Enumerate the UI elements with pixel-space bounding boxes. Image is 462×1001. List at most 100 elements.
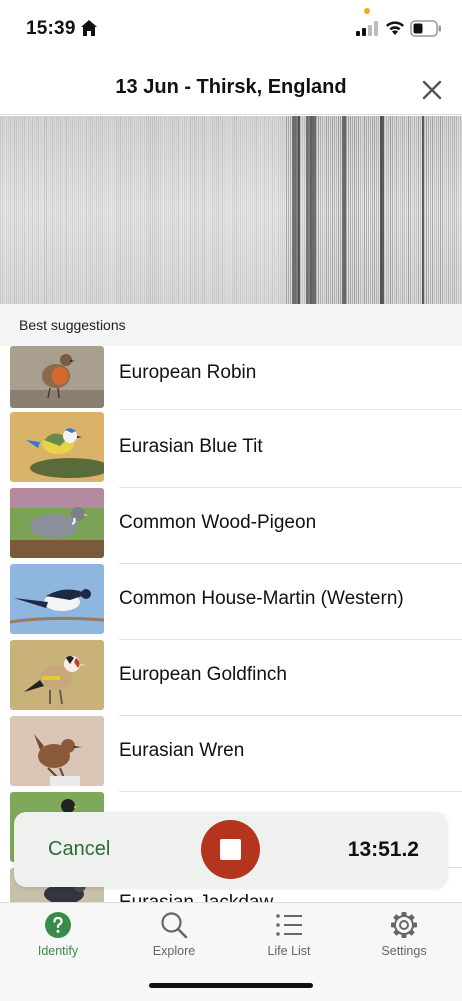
spectrogram-streak	[112, 116, 113, 304]
spectrogram-streak	[336, 116, 337, 304]
spectrogram-streak	[434, 116, 435, 304]
spectrogram-streak	[18, 116, 19, 304]
spectrogram-streak	[358, 116, 359, 304]
tab-explore[interactable]: Explore	[116, 903, 232, 973]
list-item-common-wood-pigeon[interactable]: Common Wood-Pigeon	[0, 488, 462, 564]
spectrogram-streak	[6, 116, 7, 304]
spectrogram-streak	[166, 116, 167, 304]
tab-life-list[interactable]: Life List	[231, 903, 347, 973]
tab-label: Identify	[37, 944, 79, 958]
spectrogram-streak	[362, 116, 363, 304]
spectrogram-streak	[122, 116, 123, 304]
tab-settings[interactable]: Settings	[346, 903, 462, 973]
spectrogram-streak	[350, 116, 351, 304]
spectrogram-streak	[450, 116, 451, 304]
spectrogram-streak	[312, 116, 314, 304]
spectrogram-streak	[208, 116, 209, 304]
spectrogram-streak	[160, 116, 161, 304]
spectrogram	[0, 116, 462, 304]
spectrogram-streak	[258, 116, 259, 304]
spectrogram-streak	[60, 116, 61, 304]
spectrogram-streak	[222, 116, 223, 304]
spectrogram-streak	[428, 116, 429, 304]
status-time: 15:39	[26, 18, 76, 39]
spectrogram-streak	[188, 116, 189, 304]
wifi-icon	[386, 21, 404, 35]
close-icon[interactable]	[418, 76, 446, 104]
spectrogram-streak	[36, 116, 37, 304]
spectrogram-streak	[268, 116, 269, 304]
gear-icon	[391, 912, 417, 938]
spectrogram-streak	[76, 116, 77, 304]
spectrogram-streak	[72, 116, 73, 304]
species-name: Eurasian Blue Tit	[119, 436, 263, 457]
spectrogram-streak	[14, 116, 15, 304]
spectrogram-streak	[150, 116, 151, 304]
spectrogram-streak	[278, 116, 279, 304]
stop-recording-button[interactable]	[201, 820, 260, 879]
spectrogram-streak	[376, 116, 377, 304]
spectrogram-streak	[194, 116, 195, 304]
spectrogram-streak	[366, 116, 367, 304]
spectrogram-streak	[128, 116, 129, 304]
spectrogram-streak	[306, 116, 308, 304]
question-circle-icon	[45, 912, 71, 938]
spectrogram-streak	[224, 116, 225, 304]
cancel-button[interactable]: Cancel	[48, 838, 110, 861]
spectrogram-streak	[246, 116, 247, 304]
spectrogram-streak	[178, 116, 179, 304]
list-icon	[276, 914, 302, 936]
spectrogram-streak	[58, 116, 59, 304]
section-title: Best suggestions	[19, 317, 126, 333]
spectrogram-streak	[274, 116, 275, 304]
spectrogram-streak	[114, 116, 115, 304]
spectrogram-streak	[68, 116, 69, 304]
spectrogram-streak	[326, 116, 327, 304]
spectrogram-streak	[12, 116, 13, 304]
spectrogram-streak	[250, 116, 251, 304]
spectrogram-streak	[342, 116, 344, 304]
spectrogram-streak	[198, 116, 199, 304]
spectrogram-streak	[436, 116, 437, 304]
spectrogram-streak	[388, 116, 389, 304]
spectrogram-streak	[296, 116, 298, 304]
spectrogram-streak	[118, 116, 119, 304]
search-icon	[161, 912, 188, 939]
spectrogram-streak	[180, 116, 181, 304]
list-item-common-house-martin[interactable]: Common House-Martin (Western)	[0, 564, 462, 640]
spectrogram-streak	[374, 116, 375, 304]
list-item-eurasian-wren[interactable]: Eurasian Wren	[0, 716, 462, 792]
tab-identify[interactable]: Identify	[0, 903, 116, 973]
spectrogram-streak	[88, 116, 89, 304]
bird-photo	[10, 488, 104, 558]
spectrogram-streak	[240, 116, 241, 304]
spectrogram-streak	[78, 116, 79, 304]
spectrogram-streak	[190, 116, 191, 304]
spectrogram-streak	[28, 116, 29, 304]
spectrogram-streak	[256, 116, 257, 304]
spectrogram-streak	[452, 116, 453, 304]
spectrogram-streak	[130, 116, 131, 304]
spectrogram-streak	[372, 116, 373, 304]
spectrogram-streak	[352, 116, 353, 304]
spectrogram-streak	[404, 116, 405, 304]
spectrogram-streak	[24, 116, 25, 304]
spectrogram-streak	[204, 116, 205, 304]
spectrogram-streak	[168, 116, 169, 304]
list-item-european-goldfinch[interactable]: European Goldfinch	[0, 640, 462, 716]
spectrogram-streak	[50, 116, 51, 304]
spectrogram-streak	[234, 116, 235, 304]
spectrogram-streak	[300, 116, 301, 304]
spectrogram-streak	[92, 116, 93, 304]
spectrogram-streak	[262, 116, 263, 304]
spectrogram-streak	[440, 116, 441, 304]
spectrogram-streak	[8, 116, 9, 304]
list-item-european-robin[interactable]: European Robin	[0, 346, 462, 422]
spectrogram-streak	[148, 116, 149, 304]
bird-photo	[10, 640, 104, 710]
spectrogram-streak	[270, 116, 271, 304]
spectrogram-streak	[392, 116, 393, 304]
spectrogram-streak	[416, 116, 417, 304]
recording-control-bar: Cancel 13:51.2	[14, 812, 447, 887]
list-item-eurasian-blue-tit[interactable]: Eurasian Blue Tit	[0, 412, 462, 488]
